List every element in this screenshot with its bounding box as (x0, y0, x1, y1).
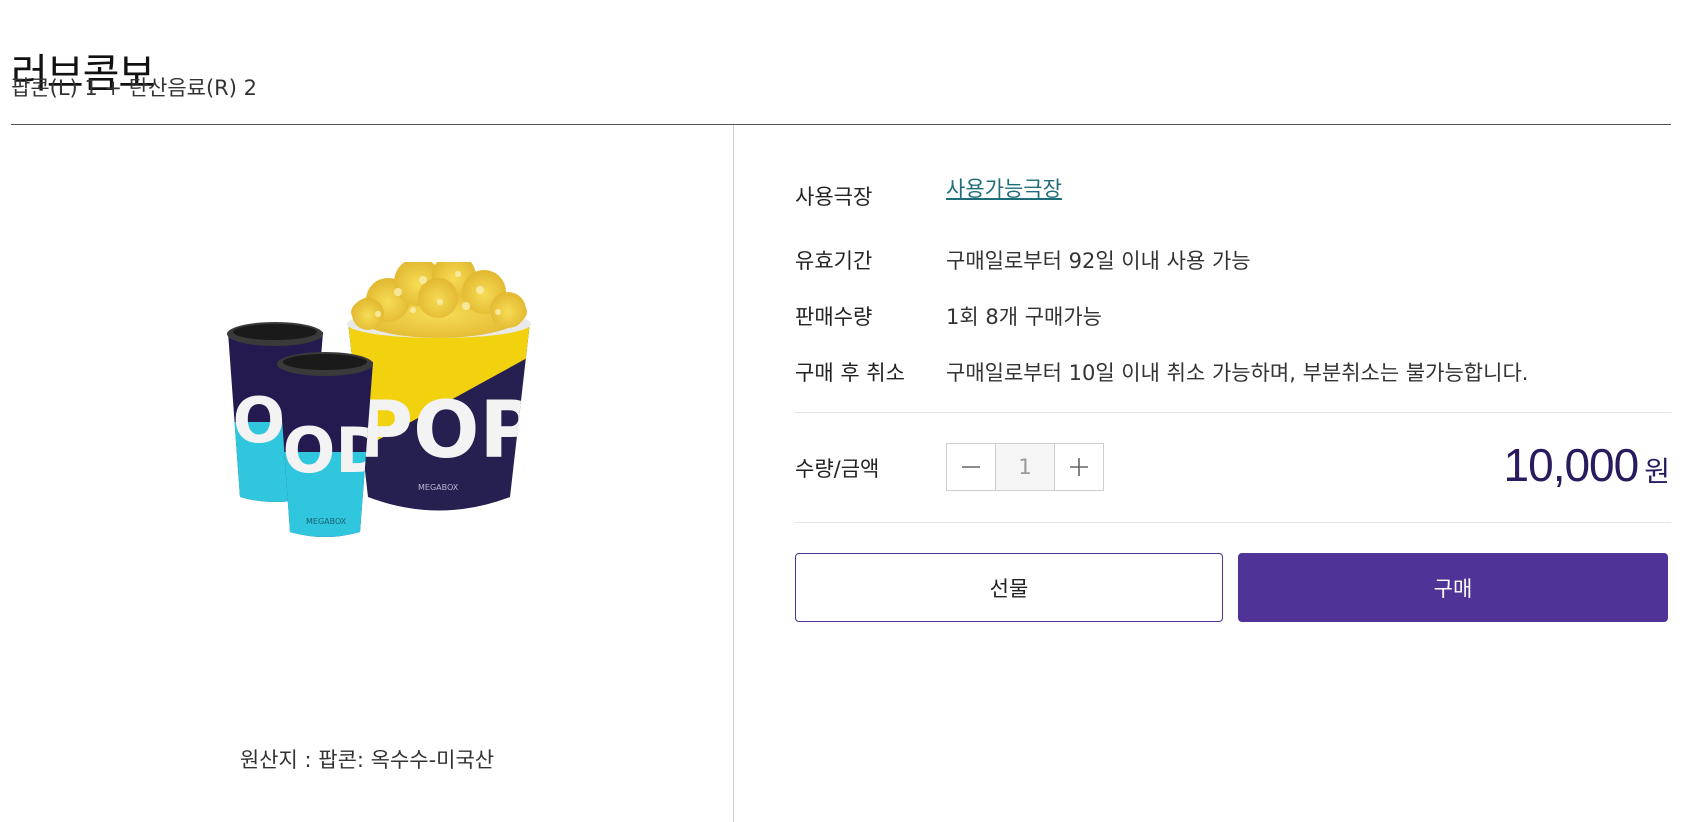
price-currency: 원 (1644, 455, 1670, 488)
sale-quantity-value: 1회 8개 구매가능 (946, 305, 1102, 329)
info-divider (795, 412, 1671, 413)
available-theaters-link[interactable]: 사용가능극장 (946, 177, 1062, 201)
quantity-stepper: 1 (946, 443, 1104, 491)
validity-value: 구매일로부터 92일 이내 사용 가능 (946, 249, 1251, 273)
total-price: 10,000 원 (1504, 438, 1670, 492)
quantity-value[interactable]: 1 (995, 444, 1055, 490)
image-text-bucket: POPCORN (356, 386, 558, 476)
product-image: POPCORN MEGABOX SODA SODA MEGABOX (227, 262, 558, 537)
header-divider (11, 124, 1671, 125)
buy-button[interactable]: 구매 (1238, 553, 1668, 622)
image-text-brand: MEGABOX (306, 517, 347, 526)
cancel-policy-label: 구매 후 취소 (795, 361, 905, 385)
origin-note: 원산지 : 팝콘: 옥수수-미국산 (239, 748, 495, 772)
column-divider (733, 125, 734, 822)
theater-label: 사용극장 (795, 185, 873, 209)
price-divider (795, 522, 1671, 523)
price-amount: 10,000 (1503, 439, 1640, 491)
gift-button[interactable]: 선물 (795, 553, 1223, 622)
quantity-price-label: 수량/금액 (795, 457, 880, 481)
decrease-button[interactable] (947, 444, 995, 490)
sale-quantity-label: 판매수량 (795, 305, 873, 329)
image-text-brand: MEGABOX (418, 483, 459, 492)
minus-icon (962, 466, 980, 468)
increase-button[interactable] (1055, 444, 1103, 490)
plus-icon (1070, 458, 1088, 476)
product-subtitle: 팝콘(L) 1 + 탄산음료(R) 2 (11, 76, 258, 100)
validity-label: 유효기간 (795, 249, 873, 273)
cancel-policy-value: 구매일로부터 10일 이내 취소 가능하며, 부분취소는 불가능합니다. (946, 361, 1529, 385)
